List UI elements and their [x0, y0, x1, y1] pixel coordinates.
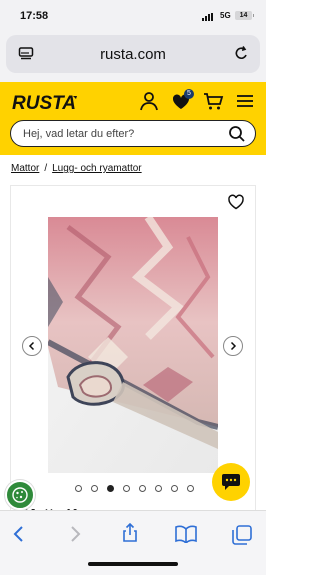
- breadcrumb: Mattor / Lugg- och ryamattor: [11, 163, 142, 174]
- search-box[interactable]: [10, 120, 256, 147]
- back-icon[interactable]: [10, 525, 28, 543]
- gallery-dot[interactable]: [107, 485, 114, 492]
- menu-icon[interactable]: [234, 90, 256, 112]
- rusta-logo[interactable]: RUSTA: [10, 90, 82, 114]
- gallery-prev-button[interactable]: [22, 336, 42, 356]
- breadcrumb-mattor[interactable]: Mattor: [11, 163, 39, 174]
- chat-button[interactable]: [212, 463, 250, 501]
- wishlist-heart-icon[interactable]: [227, 194, 245, 210]
- chat-icon: [222, 474, 240, 490]
- gallery-next-button[interactable]: [223, 336, 243, 356]
- gallery-dot[interactable]: [75, 485, 82, 492]
- network-type: 5G: [220, 11, 231, 20]
- account-icon[interactable]: [138, 90, 160, 112]
- gallery-dot[interactable]: [155, 485, 162, 492]
- bookmarks-icon[interactable]: [175, 525, 197, 543]
- tabs-icon[interactable]: [18, 46, 34, 62]
- share-icon[interactable]: [121, 523, 139, 543]
- gallery-dot[interactable]: [139, 485, 146, 492]
- forward-icon[interactable]: [66, 525, 84, 543]
- url-text[interactable]: rusta.com: [100, 46, 166, 63]
- product-image-rug: [48, 217, 218, 473]
- chevron-left-icon: [28, 341, 35, 351]
- home-indicator: [88, 562, 178, 566]
- svg-text:RUSTA: RUSTA: [12, 93, 76, 114]
- battery-icon: 14: [235, 11, 254, 20]
- chevron-right-icon: [230, 341, 237, 351]
- search-icon[interactable]: [228, 125, 246, 143]
- breadcrumb-lugg-och-ryamattor[interactable]: Lugg- och ryamattor: [52, 163, 142, 174]
- gallery-dot[interactable]: [91, 485, 98, 492]
- gallery-dot[interactable]: [187, 485, 194, 492]
- site-header: RUSTA 5: [0, 82, 266, 155]
- gallery-pagination: [75, 485, 194, 492]
- wishlist-count-badge: 5: [184, 89, 194, 99]
- address-bar[interactable]: rusta.com: [6, 35, 260, 73]
- signal-icon: [202, 13, 213, 21]
- browser-address-area: rusta.com: [0, 32, 266, 82]
- tabs-overview-icon[interactable]: [232, 525, 252, 545]
- cookie-icon: [12, 487, 28, 503]
- status-bar: 17:58 5G 14: [0, 0, 266, 32]
- gallery-dot[interactable]: [171, 485, 178, 492]
- search-input[interactable]: [23, 127, 218, 140]
- breadcrumb-separator: /: [44, 163, 48, 174]
- cookie-settings-button[interactable]: [5, 480, 35, 510]
- reload-icon[interactable]: [233, 45, 249, 63]
- cart-icon[interactable]: [202, 90, 224, 112]
- gallery-dot[interactable]: [123, 485, 130, 492]
- status-time: 17:58: [20, 10, 49, 22]
